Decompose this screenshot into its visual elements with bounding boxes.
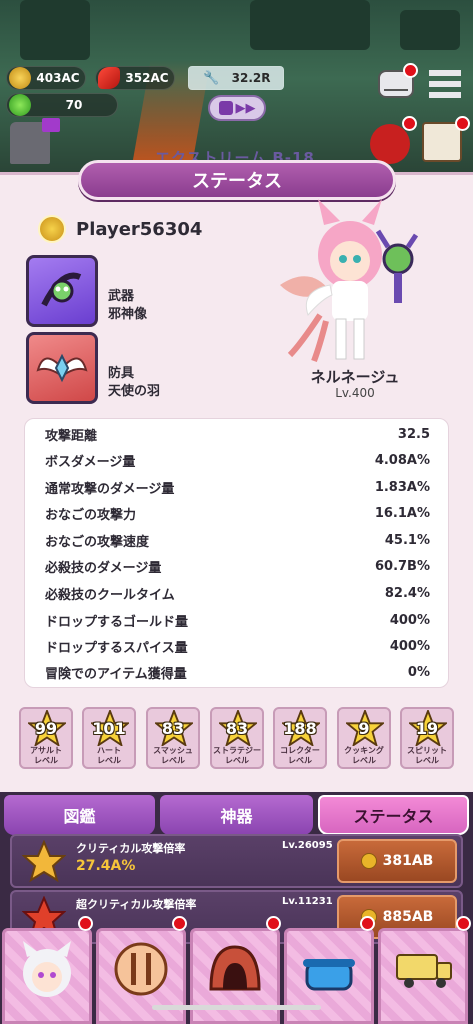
- nav-dungeon-badge: [266, 916, 281, 931]
- nav-restaurant-badge: [172, 916, 187, 931]
- green-gem-icon: [9, 94, 31, 116]
- skill-label: コレクター レベル: [280, 746, 320, 765]
- hamburger-icon: [429, 70, 461, 98]
- weapon-slot[interactable]: [26, 255, 98, 327]
- armor-slot[interactable]: [26, 332, 98, 404]
- chili-pepper-icon: [98, 67, 120, 89]
- envelope-icon: [384, 75, 408, 91]
- armor-type: 防具: [108, 366, 135, 381]
- stat-row-gold-drop: ドロップするゴールド量 400%: [45, 612, 430, 630]
- stats-table: 攻撃距離 32.5 ボスダメージ量 4.08A% 通常攻撃のダメージ量 1.83A% …: [24, 418, 449, 688]
- spice-counter: 352AC: [95, 66, 175, 90]
- tab-encyclopedia[interactable]: 図鑑: [4, 795, 155, 835]
- fast-forward-icon: ▶▶: [235, 100, 256, 116]
- home-indicator: [152, 1005, 321, 1010]
- weapon-name: 邪神像: [108, 307, 148, 322]
- stat-row-normal-attack-damage: 通常攻撃のダメージ量 1.83A%: [45, 479, 430, 497]
- evil-idol-icon: [41, 272, 82, 307]
- rank-crest-icon: [38, 215, 66, 243]
- skill-collector[interactable]: 188 コレクター レベル: [273, 707, 327, 769]
- skill-label: アサルト レベル: [30, 746, 62, 765]
- nav-cooking-badge: [360, 916, 375, 931]
- upgrade-row-critical-multiplier: クリティカル攻撃倍率 Lv.26095 27.4A% 381AB: [10, 834, 463, 888]
- wrench-counter: 🔧 32.2R: [188, 66, 284, 90]
- tv-ad-button[interactable]: [42, 118, 60, 132]
- gold-counter: 403AC: [6, 66, 86, 90]
- stat-row-spice-drop: ドロップするスパイス量 400%: [45, 638, 430, 656]
- player-name: Player56304: [76, 218, 203, 240]
- trophy-icon: [22, 840, 66, 883]
- skill-heart[interactable]: 101 ハート レベル: [82, 707, 136, 769]
- cave-icon: [209, 945, 261, 991]
- hero-level: Lv.400: [335, 386, 375, 400]
- skill-strategy[interactable]: 83 ストラテジー レベル: [210, 707, 264, 769]
- quest-notification-badge: [455, 116, 470, 131]
- angel-wings-icon: [36, 353, 88, 383]
- stat-row-attack-range: 攻撃距離 32.5: [45, 426, 430, 444]
- tab-artifacts[interactable]: 神器: [160, 795, 313, 835]
- armor-info: 防具 天使の羽: [108, 365, 160, 401]
- skill-spirit[interactable]: 19 スピリット レベル: [400, 707, 454, 769]
- mail-notification-badge: [403, 63, 418, 78]
- play-icon: [218, 101, 233, 115]
- weapon-info: 武器 邪神像: [108, 288, 147, 324]
- nav-food-truck[interactable]: [378, 928, 468, 1024]
- stat-row-boss-damage: ボスダメージ量 4.08A%: [45, 452, 430, 470]
- armor-name: 天使の羽: [108, 384, 161, 399]
- wrench-icon: 🔧: [203, 70, 220, 86]
- bag-button[interactable]: [370, 124, 410, 164]
- food-truck-icon: [396, 954, 452, 988]
- stat-row-girl-attack-power: おなごの攻撃力 16.1A%: [45, 505, 430, 523]
- upgrade-buy-button[interactable]: 381AB: [337, 839, 457, 883]
- weapon-type: 武器: [108, 289, 135, 304]
- menu-button[interactable]: [425, 68, 465, 100]
- skill-label: ストラテジー レベル: [213, 746, 261, 765]
- player-row: Player56304: [38, 215, 202, 243]
- skill-assault[interactable]: 99 アサルト レベル: [19, 707, 73, 769]
- speed-control-button[interactable]: ▶▶: [208, 95, 266, 121]
- stat-row-special-damage: 必殺技のダメージ量 60.7B%: [45, 558, 430, 576]
- skill-smash[interactable]: 83 スマッシュ レベル: [146, 707, 200, 769]
- character-face-icon: [23, 941, 71, 997]
- stat-row-girl-attack-speed: おなごの攻撃速度 45.1%: [45, 532, 430, 550]
- tab-status[interactable]: ステータス: [318, 795, 469, 835]
- stat-row-special-cooldown: 必殺技のクールタイム 82.4%: [45, 585, 430, 603]
- panel-title: ステータス: [78, 160, 396, 200]
- hero-character-portrait: [280, 199, 419, 363]
- bag-notification-badge: [402, 116, 417, 131]
- skill-label: スマッシュ レベル: [153, 746, 193, 765]
- skill-label: スピリット レベル: [407, 746, 447, 765]
- gem-counter: 70: [6, 93, 118, 117]
- skill-label: ハート レベル: [97, 746, 121, 765]
- skill-label: クッキング レベル: [344, 746, 384, 765]
- nav-food-truck-badge: [456, 916, 471, 931]
- gold-coin-icon: [9, 67, 31, 89]
- stat-row-adventure-items: 冒険でのアイテム獲得量 0%: [45, 664, 430, 682]
- cooking-pot-icon: [303, 959, 355, 991]
- hero-name: ネルネージュ: [310, 368, 400, 386]
- skill-cooking[interactable]: 9 クッキング レベル: [337, 707, 391, 769]
- nav-character[interactable]: [2, 928, 92, 1024]
- coin-icon: [360, 853, 377, 869]
- fork-knife-icon: [114, 942, 168, 996]
- nav-character-badge: [78, 916, 93, 931]
